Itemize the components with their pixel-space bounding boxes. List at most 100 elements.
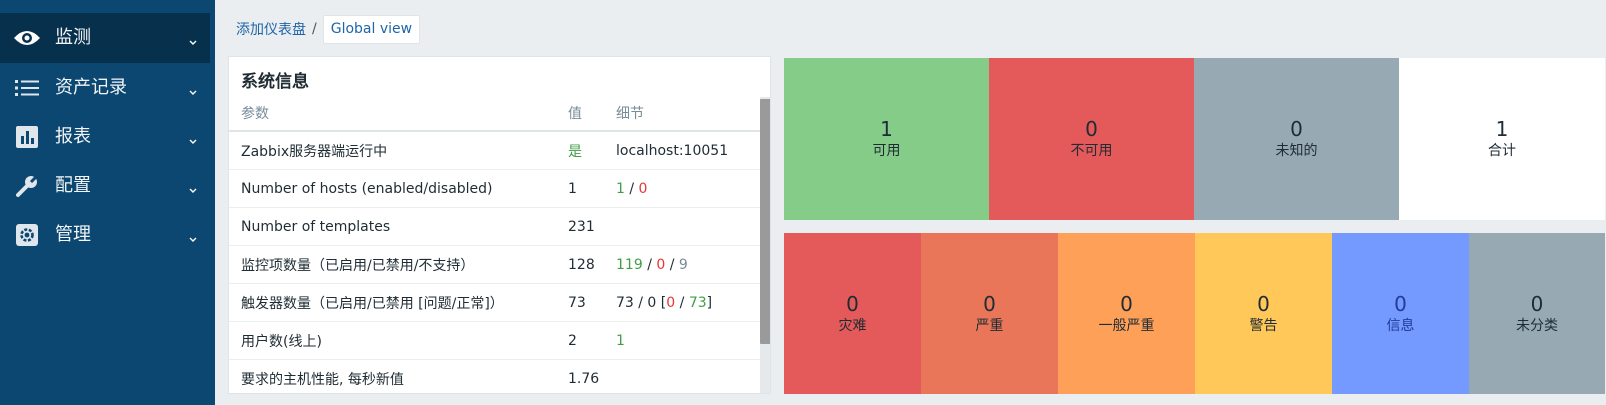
value-cell: 73: [568, 283, 616, 322]
param-cell: Zabbix服务器端运行中: [229, 131, 568, 170]
severity-tile-not-classified[interactable]: 0 未分类: [1469, 233, 1605, 394]
tile-label: 一般严重: [1098, 317, 1155, 334]
chevron-down-icon: [188, 32, 198, 45]
tile-label: 严重: [975, 317, 1004, 334]
table-row: Zabbix服务器端运行中 是 localhost:10051: [229, 131, 764, 170]
separator: /: [679, 294, 685, 311]
separator: /: [669, 256, 675, 273]
sidebar-item-inventory[interactable]: 资产记录: [0, 63, 215, 113]
sidebar-item-label: 管理: [55, 224, 91, 245]
value-cell: 1: [568, 169, 616, 208]
value-cell: 128: [568, 245, 616, 284]
tile-label: 灾难: [838, 317, 867, 334]
table-row: 监控项数量（已启用/已禁用/不支持） 128 119 / 0 / 9: [229, 245, 764, 284]
value-cell: 2: [568, 321, 616, 360]
tile-count: 1: [1495, 117, 1509, 141]
param-cell: 要求的主机性能, 每秒新值: [229, 359, 568, 393]
tile-count: 0: [1530, 291, 1544, 316]
detail-suffix: ]: [706, 294, 713, 311]
detail-cell: 119 / 0 / 9: [616, 245, 764, 284]
host-availability-tile-not-available[interactable]: 0 不可用: [989, 58, 1194, 220]
chevron-down-icon: [188, 131, 198, 144]
system-info-widget: 系统信息 参数 值 细节 Zabbix服务器端运行中 是 localhost:1…: [228, 56, 771, 394]
sidebar-item-label: 配置: [55, 175, 91, 196]
table-row: 要求的主机性能, 每秒新值 1.76: [229, 359, 764, 393]
problem-count: 0: [666, 294, 676, 311]
sidebar-item-monitoring[interactable]: 监测: [0, 13, 210, 63]
tile-label: 可用: [872, 143, 901, 159]
disabled-count: 0: [638, 180, 648, 197]
table-row: Number of hosts (enabled/disabled) 1 1 /…: [229, 169, 764, 208]
param-cell: 用户数(线上): [229, 321, 568, 360]
value-cell: 是: [568, 131, 616, 170]
breadcrumb-add-dashboard-link[interactable]: 添加仪表盘: [236, 19, 306, 39]
disabled-count: 0: [656, 256, 666, 273]
gear-icon: [13, 223, 41, 247]
tile-count: 1: [880, 117, 893, 141]
tile-label: 警告: [1249, 317, 1278, 334]
breadcrumb: 添加仪表盘 / Global view: [236, 14, 421, 44]
table-row: 用户数(线上) 2 1: [229, 321, 764, 360]
tile-count: 0: [1085, 117, 1098, 141]
widget-title: 系统信息: [241, 72, 309, 92]
separator: /: [629, 180, 635, 197]
tile-label: 信息: [1386, 317, 1415, 334]
host-availability-tile-total[interactable]: 1 合计: [1399, 58, 1605, 220]
table-row: 触发器数量（已启用/已禁用 [问题/正常]） 73 73 / 0 [0 / 73…: [229, 283, 764, 322]
severity-tile-average[interactable]: 0 一般严重: [1058, 233, 1195, 394]
tile-label: 不可用: [1070, 143, 1113, 159]
tile-count: 0: [1257, 291, 1270, 316]
host-availability-tile-unknown[interactable]: 0 未知的: [1194, 58, 1399, 220]
chevron-down-icon: [188, 82, 198, 95]
ok-count: 73: [688, 294, 707, 311]
column-header-value: 值: [568, 96, 616, 132]
sidebar-item-configuration[interactable]: 配置: [0, 161, 215, 211]
eye-icon: [13, 26, 41, 50]
chevron-down-icon: [188, 229, 198, 242]
sidebar-item-administration[interactable]: 管理: [0, 210, 215, 260]
sidebar-item-label: 报表: [55, 126, 91, 147]
enabled-count: 119: [616, 256, 643, 273]
severity-tile-disaster[interactable]: 0 灾难: [784, 233, 921, 394]
breadcrumb-separator: /: [312, 21, 317, 37]
table-row: Number of templates 231: [229, 207, 764, 246]
table-header-row: 参数 值 细节: [229, 96, 764, 132]
breadcrumb-current-dashboard[interactable]: Global view: [322, 14, 421, 44]
param-cell: 触发器数量（已启用/已禁用 [问题/正常]）: [229, 283, 568, 322]
value-cell: 1.76: [568, 359, 616, 393]
column-header-param: 参数: [229, 96, 568, 132]
param-cell: 监控项数量（已启用/已禁用/不支持）: [229, 245, 568, 284]
chevron-down-icon: [188, 180, 198, 193]
sidebar-item-reports[interactable]: 报表: [0, 112, 215, 162]
unsupported-count: 9: [678, 256, 688, 273]
param-cell: Number of templates: [229, 207, 568, 246]
sidebar-item-label: 资产记录: [55, 77, 127, 98]
system-info-table: 参数 值 细节 Zabbix服务器端运行中 是 localhost:10051 …: [229, 96, 764, 393]
severity-tile-high[interactable]: 0 严重: [921, 233, 1058, 394]
tile-label: 未分类: [1516, 317, 1558, 334]
host-availability-tile-available[interactable]: 1 可用: [784, 58, 989, 220]
sidebar-item-label: 监测: [55, 27, 91, 48]
scrollbar-thumb[interactable]: [760, 99, 770, 344]
list-icon: [13, 76, 41, 100]
tile-label: 未知的: [1275, 143, 1318, 159]
detail-cell: [616, 207, 764, 246]
param-cell: Number of hosts (enabled/disabled): [229, 169, 568, 208]
tile-label: 合计: [1488, 143, 1516, 159]
severity-tile-warning[interactable]: 0 警告: [1195, 233, 1332, 394]
detail-cell: localhost:10051: [616, 131, 764, 170]
tile-count: 0: [1120, 291, 1133, 316]
detail-cell: 1: [616, 321, 764, 360]
detail-prefix: 73 / 0 [: [616, 294, 667, 311]
column-header-detail: 细节: [616, 96, 764, 132]
enabled-count: 1: [616, 180, 625, 197]
detail-cell: 1 / 0: [616, 169, 764, 208]
severity-tile-information[interactable]: 0 信息: [1332, 233, 1469, 394]
separator: /: [647, 256, 652, 273]
bar-chart-icon: [13, 125, 41, 149]
sidebar: 监测 资产记录 报表 配置 管理: [0, 0, 215, 405]
tile-count: 0: [983, 291, 996, 316]
tile-count: 0: [1290, 117, 1303, 141]
detail-cell: 73 / 0 [0 / 73]: [616, 283, 764, 322]
wrench-icon: [13, 174, 41, 198]
